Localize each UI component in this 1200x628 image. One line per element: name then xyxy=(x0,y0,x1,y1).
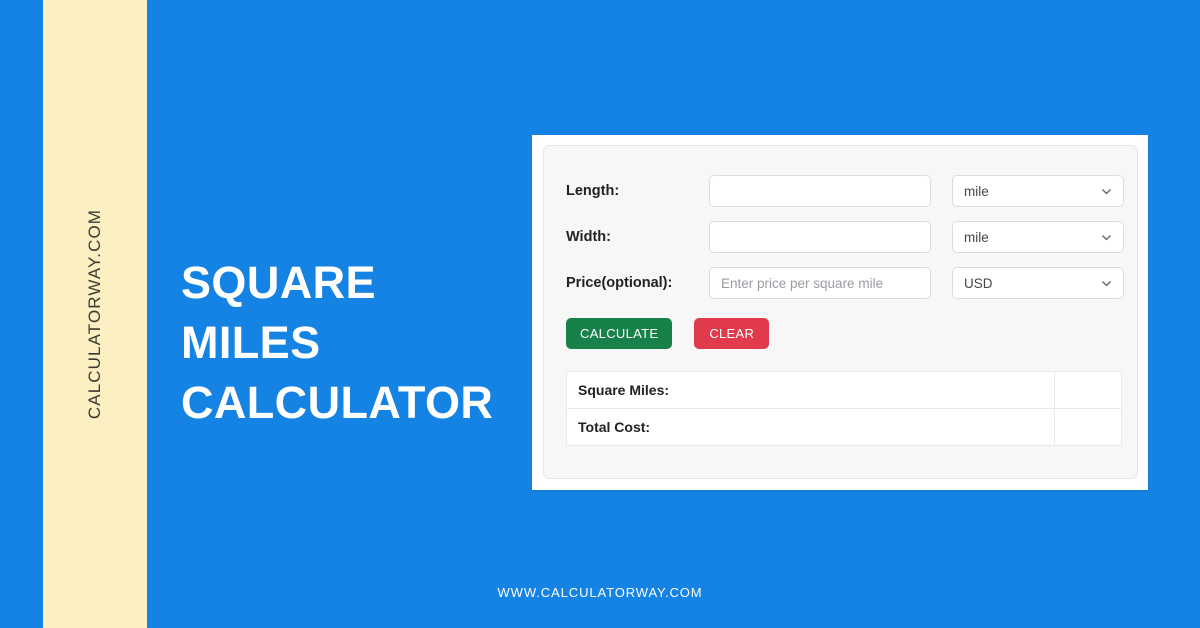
length-unit-select[interactable]: mile xyxy=(952,175,1124,207)
width-unit-value[interactable]: mile xyxy=(952,221,1124,253)
page-title: SQUARE MILES CALCULATOR xyxy=(181,253,511,433)
calculate-button[interactable]: CALCULATE xyxy=(566,318,673,349)
table-row: Square Miles: xyxy=(566,371,1122,409)
width-input[interactable] xyxy=(709,221,931,253)
calculator-panel: Length: mile Width: mile Price(optional)… xyxy=(543,145,1138,479)
length-input[interactable] xyxy=(709,175,931,207)
currency-select[interactable]: USD xyxy=(952,267,1124,299)
width-unit-select[interactable]: mile xyxy=(952,221,1124,253)
results-table: Square Miles: Total Cost: xyxy=(566,371,1122,446)
square-miles-value xyxy=(1054,371,1122,409)
price-input[interactable] xyxy=(709,267,931,299)
vertical-brand-label: CALCULATORWAY.COM xyxy=(43,0,147,628)
page-title-line-2: CALCULATOR xyxy=(181,376,494,428)
length-label: Length: xyxy=(566,183,620,199)
length-unit-value[interactable]: mile xyxy=(952,175,1124,207)
form-row-width: Width: mile xyxy=(566,220,1124,254)
square-miles-label: Square Miles: xyxy=(566,371,1055,409)
footer-url: WWW.CALCULATORWAY.COM xyxy=(497,585,703,600)
clear-button[interactable]: CLEAR xyxy=(694,318,770,349)
currency-value[interactable]: USD xyxy=(952,267,1124,299)
form-row-length: Length: mile xyxy=(566,174,1124,208)
total-cost-label: Total Cost: xyxy=(566,408,1055,446)
calculator-card: Length: mile Width: mile Price(optional)… xyxy=(532,135,1148,490)
total-cost-value xyxy=(1054,408,1122,446)
action-buttons: CALCULATE CLEAR xyxy=(566,318,770,349)
table-row: Total Cost: xyxy=(566,408,1122,446)
price-label: Price(optional): xyxy=(566,275,673,291)
width-label: Width: xyxy=(566,229,611,245)
vertical-brand-text: CALCULATORWAY.COM xyxy=(85,208,104,420)
page-root: CALCULATORWAY.COM SQUARE MILES CALCULATO… xyxy=(0,0,1200,628)
form-row-price: Price(optional): USD xyxy=(566,266,1124,300)
page-title-line-1: SQUARE MILES xyxy=(181,257,376,368)
